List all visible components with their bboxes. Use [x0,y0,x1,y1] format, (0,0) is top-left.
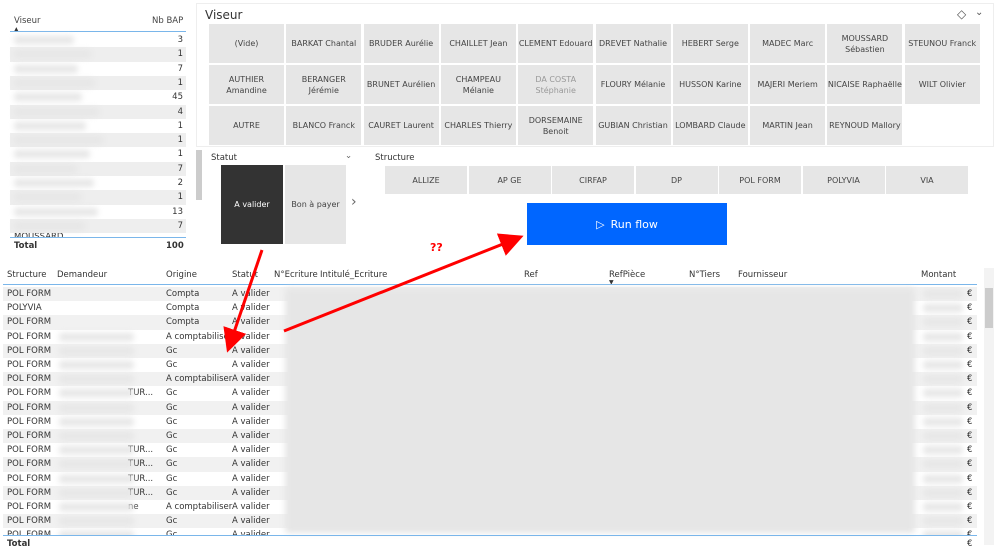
red-arrow [283,233,524,333]
annotation-arrows [223,233,524,353]
annotation-text: ?? [430,241,443,254]
red-arrow [223,249,264,353]
